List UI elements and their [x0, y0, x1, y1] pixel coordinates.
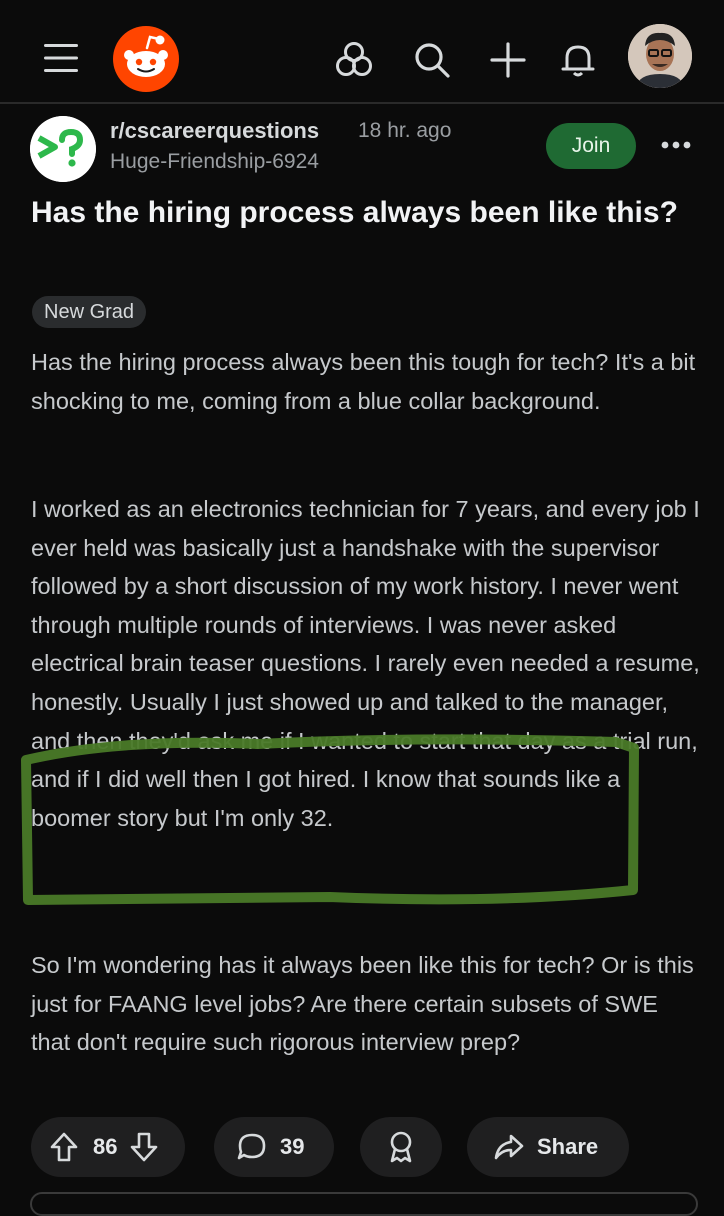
communities-icon: [336, 42, 372, 76]
post-author[interactable]: Huge-Friendship-6924: [110, 150, 319, 174]
search-button[interactable]: [408, 36, 456, 84]
vote-count: 86: [93, 1134, 118, 1159]
award-button[interactable]: [360, 1117, 442, 1177]
comment-count: 39: [280, 1134, 305, 1159]
downvote-arrow-icon: [131, 1132, 158, 1162]
avatar-image: [628, 24, 692, 88]
post-time: 18 hr. ago: [358, 119, 452, 142]
downvote-button[interactable]: [125, 1124, 163, 1170]
communities-button[interactable]: [330, 36, 378, 84]
more-options-button[interactable]: [656, 130, 696, 160]
award-ribbon-icon: [390, 1131, 412, 1163]
post-body-paragraph-2: I worked as an electronics technician fo…: [31, 496, 700, 831]
notifications-bell-icon: [561, 45, 595, 77]
join-button[interactable]: Join: [546, 123, 636, 169]
share-label: Share: [537, 1134, 599, 1159]
share-arrow-icon: [494, 1134, 524, 1160]
hamburger-menu-icon: [44, 44, 78, 72]
share-button[interactable]: Share: [467, 1117, 629, 1177]
upvote-arrow-icon: [50, 1132, 78, 1162]
reddit-snoo-logo: [113, 26, 179, 92]
user-avatar[interactable]: [628, 24, 692, 88]
notifications-button[interactable]: [554, 36, 602, 84]
vote-bar: 86: [31, 1117, 185, 1177]
subreddit-name[interactable]: r/cscareerquestions: [110, 118, 319, 144]
create-post-button[interactable]: [484, 36, 532, 84]
cscareerquestions-logo-icon: [30, 116, 96, 182]
comment-box-edge: [30, 1192, 698, 1216]
reddit-home-logo[interactable]: [113, 26, 179, 92]
comments-button[interactable]: 39: [214, 1117, 334, 1177]
more-dots-icon: [661, 141, 691, 149]
create-plus-icon: [490, 42, 526, 78]
post-flair: New Grad: [32, 296, 147, 328]
menu-button[interactable]: [38, 36, 84, 80]
post-title[interactable]: Has the hiring process always been like …: [31, 190, 691, 236]
subreddit-icon[interactable]: [30, 116, 96, 182]
upvote-button[interactable]: [45, 1124, 83, 1170]
post-body-paragraph-1: Has the hiring process always been this …: [31, 349, 696, 414]
comment-bubble-icon: [237, 1133, 266, 1160]
post-body-paragraph-3: So I'm wondering has it always been like…: [31, 952, 694, 1056]
search-icon: [415, 43, 450, 78]
